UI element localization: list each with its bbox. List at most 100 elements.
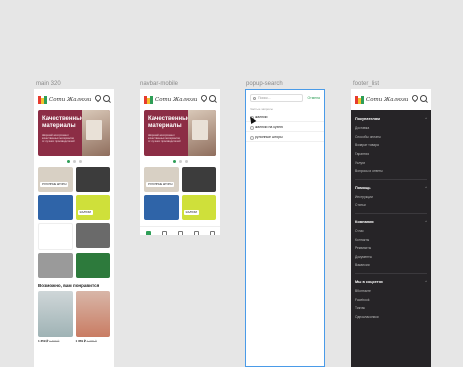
chevron-up-icon: ^ bbox=[425, 279, 427, 284]
footer-section-header[interactable]: Помощь ^ bbox=[351, 183, 431, 193]
banner-subtitle: Широкий ассортимент качественных материа… bbox=[148, 134, 181, 144]
footer-section-header[interactable]: Компания ^ bbox=[351, 217, 431, 227]
footer-link[interactable]: Реквизиты bbox=[351, 244, 431, 253]
chevron-up-icon: ^ bbox=[425, 117, 427, 121]
product-price: 1 359 ₽ 1 499 ₽ bbox=[38, 339, 60, 343]
cart-icon[interactable] bbox=[177, 230, 183, 235]
frame-popup-search[interactable]: Поиск... Отмена Частые запросы жалюзи жа… bbox=[245, 89, 325, 367]
footer-section-header[interactable]: Мы в соцсетях ^ bbox=[351, 277, 431, 287]
catalog-icon[interactable] bbox=[161, 230, 167, 235]
brand-name: Соти Жалюзи bbox=[49, 96, 92, 103]
section-title: Возможно, вам понравится bbox=[38, 283, 100, 288]
divider bbox=[355, 272, 427, 274]
banner-image bbox=[82, 110, 110, 156]
footer-link[interactable]: Вопросы и ответы bbox=[351, 167, 431, 176]
search-suggestion[interactable]: рулонные шторы bbox=[246, 132, 324, 142]
carousel-dot[interactable] bbox=[178, 160, 182, 163]
search-icon[interactable] bbox=[209, 95, 216, 102]
search-row: Поиск... Отмена bbox=[246, 90, 324, 104]
footer-section-title: Помощь bbox=[355, 185, 371, 190]
search-input[interactable]: Поиск... bbox=[250, 94, 304, 102]
footer-link[interactable]: Способы оплаты bbox=[351, 133, 431, 142]
footer-link[interactable]: Facebook bbox=[351, 295, 431, 304]
category-tile[interactable]: РУЛОННЫЕ ШТОРЫ bbox=[144, 167, 179, 192]
chevron-up-icon: ^ bbox=[425, 185, 427, 190]
banner-title: Качественные материалы bbox=[148, 116, 191, 129]
product-image bbox=[38, 291, 73, 337]
category-tile[interactable] bbox=[144, 195, 179, 220]
favorites-icon[interactable] bbox=[193, 230, 199, 235]
footer-section-header[interactable]: Покупателям ^ bbox=[351, 114, 431, 124]
header: Соти Жалюзи bbox=[34, 89, 114, 110]
search-icon[interactable] bbox=[103, 95, 110, 102]
category-tile[interactable] bbox=[38, 223, 73, 250]
search-placeholder: Поиск... bbox=[258, 96, 271, 100]
carousel-dot[interactable] bbox=[66, 160, 70, 163]
category-tile[interactable]: ЖАЛЮЗИ bbox=[181, 195, 216, 220]
category-tile[interactable]: ЖАЛЮЗИ bbox=[75, 195, 110, 220]
category-tile[interactable] bbox=[75, 253, 110, 278]
product-card[interactable]: 1 359 ₽ 1 499 ₽ bbox=[38, 291, 73, 343]
product-image bbox=[75, 291, 110, 337]
promo-banner[interactable]: Качественные материалы Широкий ассортиме… bbox=[144, 110, 216, 156]
category-tile-label: ЖАЛЮЗИ bbox=[183, 210, 200, 215]
footer-link[interactable]: Одноклассники bbox=[351, 313, 431, 322]
frame-label-footer: footer_list bbox=[353, 81, 380, 87]
search-suggestion[interactable]: жалюзи на кухню bbox=[246, 122, 324, 132]
footer-link[interactable]: ВКонтакте bbox=[351, 287, 431, 296]
category-tile[interactable] bbox=[38, 253, 73, 278]
banner-subtitle: Широкий ассортимент качественных материа… bbox=[42, 134, 75, 144]
cancel-button[interactable]: Отмена bbox=[307, 96, 320, 100]
category-grid: РУЛОННЫЕ ШТОРЫ ЖАЛЮЗИ bbox=[34, 167, 114, 278]
home-icon[interactable] bbox=[145, 230, 151, 235]
profile-icon[interactable] bbox=[209, 230, 215, 235]
footer-link[interactable]: Документы bbox=[351, 253, 431, 262]
brand-name: Соти Жалюзи bbox=[366, 96, 409, 103]
category-tile[interactable] bbox=[181, 167, 216, 192]
footer-link[interactable]: Доставка bbox=[351, 124, 431, 133]
divider bbox=[355, 178, 427, 180]
carousel-dot[interactable] bbox=[72, 160, 76, 163]
footer-link[interactable]: Тиктак bbox=[351, 304, 431, 313]
product-card[interactable]: 1 359 ₽ 1 499 ₽ bbox=[75, 291, 110, 343]
product-price: 1 359 ₽ 1 499 ₽ bbox=[75, 339, 97, 343]
footer-link[interactable]: Услуги bbox=[351, 158, 431, 167]
footer-link[interactable]: Возврат товара bbox=[351, 141, 431, 150]
carousel-dot[interactable] bbox=[184, 160, 188, 163]
banner-image bbox=[188, 110, 216, 156]
carousel-dot[interactable] bbox=[78, 160, 82, 163]
location-icon[interactable] bbox=[410, 93, 420, 103]
category-tile[interactable]: РУЛОННЫЕ ШТОРЫ bbox=[38, 167, 73, 192]
footer-list: Покупателям ^ Доставка Способы оплаты Возвра… bbox=[351, 110, 431, 367]
carousel-dot[interactable] bbox=[172, 160, 176, 163]
search-icon[interactable] bbox=[420, 95, 427, 102]
header: Соти Жалюзи bbox=[351, 89, 431, 110]
carousel-dots[interactable] bbox=[140, 156, 220, 167]
frame-label-main: main 320 bbox=[36, 81, 61, 87]
footer-link[interactable]: Вакансии bbox=[351, 261, 431, 270]
promo-banner[interactable]: Качественные материалы Широкий ассортиме… bbox=[38, 110, 110, 156]
search-icon bbox=[253, 96, 256, 100]
chevron-up-icon: ^ bbox=[425, 219, 427, 224]
category-tile[interactable] bbox=[75, 223, 110, 248]
logo-icon bbox=[144, 95, 153, 104]
footer-link[interactable]: Статьи bbox=[351, 201, 431, 210]
search-suggestion[interactable]: жалюзи bbox=[246, 112, 324, 122]
search-history-title: Частые запросы bbox=[250, 107, 273, 111]
frame-navbar[interactable]: Соти Жалюзи Качественные материалы Широк… bbox=[140, 89, 220, 235]
product-list: 1 359 ₽ 1 499 ₽ 1 359 ₽ 1 499 ₽ bbox=[34, 291, 114, 343]
frame-label-popup: popup-search bbox=[246, 81, 283, 87]
category-grid: РУЛОННЫЕ ШТОРЫ ЖАЛЮЗИ bbox=[140, 167, 220, 220]
category-tile[interactable] bbox=[75, 167, 110, 192]
footer-link[interactable]: Инструкции bbox=[351, 193, 431, 202]
frame-main[interactable]: Соти Жалюзи Качественные материалы Широк… bbox=[34, 89, 114, 367]
category-tile[interactable] bbox=[38, 195, 73, 220]
footer-link[interactable]: Контакты bbox=[351, 235, 431, 244]
banner-title: Качественные материалы bbox=[42, 116, 85, 129]
location-icon[interactable] bbox=[199, 93, 209, 103]
frame-footer[interactable]: Соти Жалюзи Покупателям ^ Доставка Способы … bbox=[351, 89, 431, 367]
footer-link[interactable]: Гарантия bbox=[351, 150, 431, 159]
location-icon[interactable] bbox=[93, 93, 103, 103]
footer-link[interactable]: О нас bbox=[351, 227, 431, 236]
carousel-dots[interactable] bbox=[34, 156, 114, 167]
